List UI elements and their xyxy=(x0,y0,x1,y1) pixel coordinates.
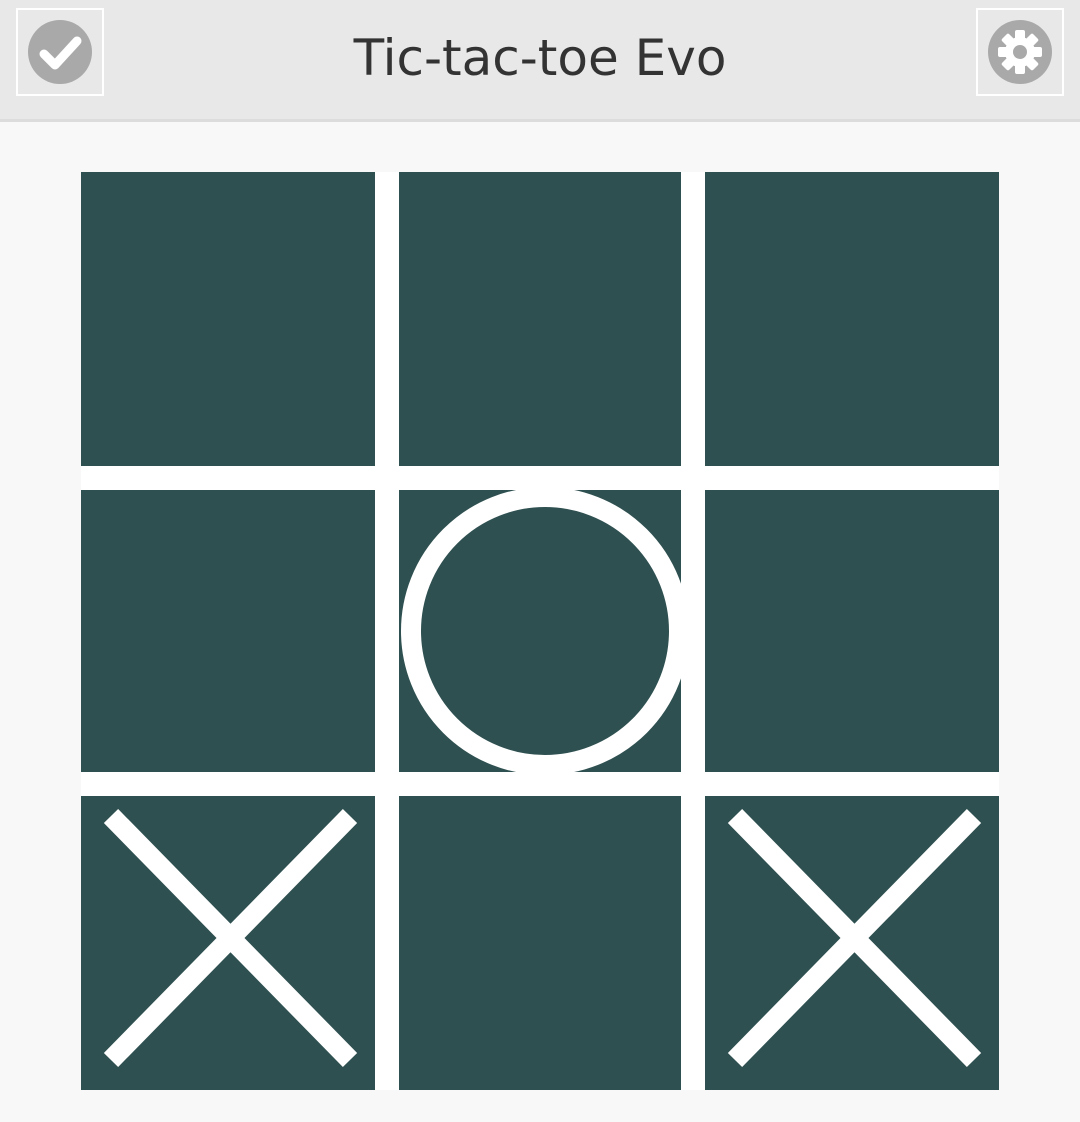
board-cell-r3-c2[interactable] xyxy=(399,796,681,1090)
app-title: Tic-tac-toe Evo xyxy=(353,29,727,87)
board-cell-r2-c1[interactable] xyxy=(81,490,375,772)
board-cell-r1-c1[interactable] xyxy=(81,172,375,466)
settings-button[interactable] xyxy=(976,8,1064,96)
board-cell-r2-c3[interactable] xyxy=(705,490,999,772)
o-mark-icon xyxy=(401,487,689,775)
x-mark-icon xyxy=(103,809,358,1067)
x-mark-icon xyxy=(727,809,982,1067)
board-cell-r1-c3[interactable] xyxy=(705,172,999,466)
top-bar: Tic-tac-toe Evo xyxy=(0,0,1080,122)
gear-icon xyxy=(988,20,1052,84)
board-cell-r3-c3[interactable] xyxy=(705,796,999,1090)
board-cell-r1-c2[interactable] xyxy=(399,172,681,466)
board-cell-r2-c2[interactable] xyxy=(399,487,689,775)
game-board xyxy=(81,172,999,1090)
board-cell-r3-c1[interactable] xyxy=(81,796,375,1090)
